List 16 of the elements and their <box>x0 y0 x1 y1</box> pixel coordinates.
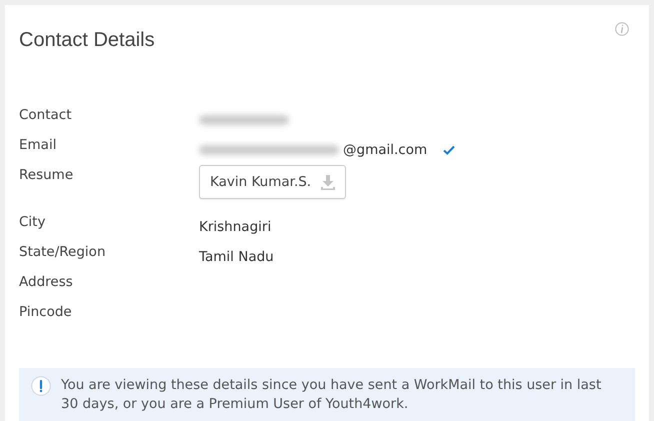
field-value: Krishnagiri <box>199 218 272 237</box>
info-icon[interactable] <box>615 22 629 36</box>
resume-download-button[interactable]: Kavin Kumar.S. <box>199 165 346 199</box>
field-value: Tamil Nadu <box>199 248 274 267</box>
field-label: Address <box>19 273 74 292</box>
email-value: @gmail.com <box>343 141 428 160</box>
card-title: Contact Details <box>19 28 155 53</box>
field-label: Email <box>19 136 58 155</box>
field-label: Contact <box>19 106 73 125</box>
field-label: Pincode <box>19 303 73 322</box>
download-icon <box>321 174 336 190</box>
alert-icon <box>31 376 51 396</box>
field-label: City <box>19 213 46 232</box>
field-label: Resume <box>19 166 74 185</box>
field-label: State/Region <box>19 243 106 262</box>
notice-text: You are viewing these details since you have sent a WorkMail to this user in last 30 days, or you are a Premium User of Youth4work. <box>61 376 602 414</box>
